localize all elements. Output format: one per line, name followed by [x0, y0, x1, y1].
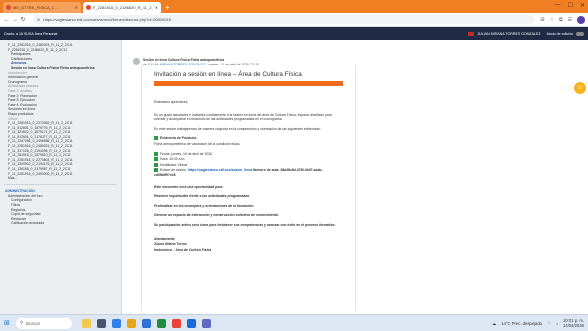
- clock-date: 14/04/2026: [563, 323, 584, 328]
- tab-favicon-icon: [86, 5, 91, 10]
- back-arrow-icon[interactable]: ←: [3, 17, 11, 23]
- signer-name: Zulma Milena Torres: [154, 242, 187, 247]
- translate-icon[interactable]: ⊞: [540, 17, 544, 23]
- closing-paragraph: Su participación activa será clave para …: [154, 222, 336, 227]
- forward-arrow-icon[interactable]: →: [11, 17, 19, 23]
- weather-text[interactable]: 14°C Prec. despejado: [501, 321, 542, 326]
- chat-bubble-icon[interactable]: ☺: [574, 82, 586, 94]
- time-line: Hora: 10:00 a.m.: [142, 157, 355, 162]
- browser-tab-strip: ME_GTTEE_FISICA_1 ... ✕ F_2281916_0_2186…: [0, 0, 588, 13]
- sidebar-divider: [4, 183, 117, 185]
- minimize-icon[interactable]: —: [555, 2, 561, 9]
- profile-avatar[interactable]: [577, 15, 585, 24]
- sign-off: Atentamente,: [154, 236, 176, 241]
- invitation-card: Invitación a sesión en línea – Área de C…: [141, 65, 356, 311]
- address-bar-row: ← → ↻ ⊙ https://vagtesiarsu.edl.coo/sars…: [0, 13, 588, 27]
- benefit-1: Resolver inquietudes frente a las activi…: [154, 194, 250, 199]
- benefits-intro: Este encuentro será una oportunidad para…: [154, 184, 224, 189]
- greeting: Estimados aprendices,: [154, 100, 189, 104]
- settings-icon[interactable]: [201, 318, 211, 328]
- weather-icon: ☁: [492, 320, 497, 326]
- maximize-icon[interactable]: ☐: [568, 2, 573, 9]
- pinned-apps: [81, 318, 211, 328]
- excel-icon[interactable]: [156, 318, 166, 328]
- store-icon[interactable]: [141, 318, 151, 328]
- site-header: Grado: a 18 SUSA Área Personal JULIAN MI…: [0, 27, 588, 40]
- url-field[interactable]: ⊙ https://vagtesiarsu.edl.coo/sarsns/mod…: [33, 15, 535, 24]
- search-icon: ⚲: [19, 320, 24, 325]
- session-link[interactable]: https://sagtesiarsu.edl.coo/sesion_linea: [188, 168, 252, 172]
- extensions-icon[interactable]: ⧉: [559, 17, 563, 23]
- task-view-icon[interactable]: [96, 318, 106, 328]
- monitor-icon: [154, 162, 158, 167]
- link-icon: [154, 168, 158, 173]
- windows-start-icon[interactable]: ⊞: [4, 319, 10, 327]
- windows-taskbar: ⊞ ⚲ Buscar ☁ 14°C Prec. despejado ⌔ ♪ 10…: [0, 314, 588, 331]
- user-name: JULIAN MIRANA TORRES GONZALEZ: [477, 31, 541, 36]
- url-text: https://vagtesiarsu.edl.coo/sarsns/mod/f…: [43, 17, 171, 22]
- taskbar-clock[interactable]: 10:01 p. m. 14/04/2026: [563, 318, 584, 328]
- notification-icon[interactable]: [468, 31, 475, 36]
- search-placeholder: Buscar: [26, 320, 41, 326]
- sidebar-admin-item[interactable]: Calificación avanzada: [0, 221, 121, 226]
- star-icon[interactable]: ☆: [549, 17, 553, 23]
- check-icon: [154, 136, 158, 141]
- system-tray: ☁ 14°C Prec. despejado ⌔ ♪ 10:01 p. m. 1…: [492, 318, 584, 328]
- course-navigation-sidebar: F_11_2281916_0_2480324_R_11_2_2C11 F_228…: [0, 40, 122, 314]
- file-explorer-icon[interactable]: [126, 318, 136, 328]
- volume-icon[interactable]: ♪: [556, 321, 558, 326]
- new-tab-icon[interactable]: +: [165, 2, 170, 13]
- signer-role: Instructora – Área de Cultura Física: [154, 247, 212, 252]
- browser-tab-1[interactable]: ME_GTTEE_FISICA_1 ... ✕: [3, 2, 81, 13]
- widgets-icon[interactable]: [81, 318, 91, 328]
- tab-label: F_2281916_0_2186620_R_11_2_2C1: [93, 5, 153, 10]
- close-tab-icon[interactable]: ✕: [75, 5, 78, 10]
- edit-mode-toggle[interactable]: [576, 31, 584, 36]
- user-menu[interactable]: JULIAN MIRANA TORRES GONZALEZ: [468, 31, 541, 36]
- reload-icon[interactable]: ↻: [19, 16, 27, 23]
- calendar-icon: [154, 151, 158, 156]
- close-tab-icon[interactable]: ✕: [155, 5, 158, 10]
- clock-icon: [154, 157, 158, 162]
- chrome-icon[interactable]: [171, 318, 181, 328]
- benefit-2: Profundizar en los conceptos y orientaci…: [154, 203, 255, 208]
- window-controls: — ☐ ✕: [555, 2, 585, 9]
- title-accent-bar: [154, 81, 343, 86]
- site-info-icon[interactable]: ⊙: [37, 17, 40, 22]
- intro-paragraph: Es un gusto saludarles e invitarles cord…: [154, 112, 332, 122]
- edge-icon[interactable]: [111, 318, 121, 328]
- tab-favicon-icon: [6, 5, 11, 10]
- wifi-icon[interactable]: ⌔: [547, 320, 551, 326]
- tab-label: ME_GTTEE_FISICA_1 ...: [13, 5, 59, 10]
- topic-intro: En este sesión trabajaremos de manera co…: [154, 126, 321, 131]
- screen: ME_GTTEE_FISICA_1 ... ✕ F_2281916_0_2186…: [0, 0, 588, 331]
- teams-icon[interactable]: [186, 318, 196, 328]
- link-line: Enlace de sesión: https://sagtesiarsu.ed…: [154, 168, 323, 177]
- evidence-heading: Evidencia de Producto: [142, 136, 355, 141]
- browser-tab-2[interactable]: F_2281916_0_2186620_R_11_2_2C1 ✕: [83, 2, 161, 13]
- mode-line: Modalidad: Virtual: [142, 163, 355, 168]
- invitation-title: Invitación a sesión en línea – Área de C…: [154, 71, 302, 78]
- benefit-3: Generar un espacio de interacción y cons…: [154, 213, 279, 218]
- site-menu-label[interactable]: Grado: a 18 SUSA Área Personal: [4, 32, 57, 36]
- author-avatar[interactable]: [133, 58, 140, 65]
- evidence-text: Ficha antropométrica de valoración de la…: [154, 141, 241, 146]
- bookmarks-icon[interactable]: ☰: [568, 17, 572, 23]
- close-window-icon[interactable]: ✕: [580, 2, 585, 9]
- browser-toolbar-icons: ⊞ ☆ ⧉ ☰: [540, 15, 585, 24]
- taskbar-search[interactable]: ⚲ Buscar: [15, 317, 72, 329]
- date-line: Fecha: jueves, 16 de abril de 2026: [142, 152, 355, 157]
- sidebar-course-link[interactable]: Más...: [0, 176, 121, 181]
- edit-mode-label: Modo de edición: [546, 31, 573, 36]
